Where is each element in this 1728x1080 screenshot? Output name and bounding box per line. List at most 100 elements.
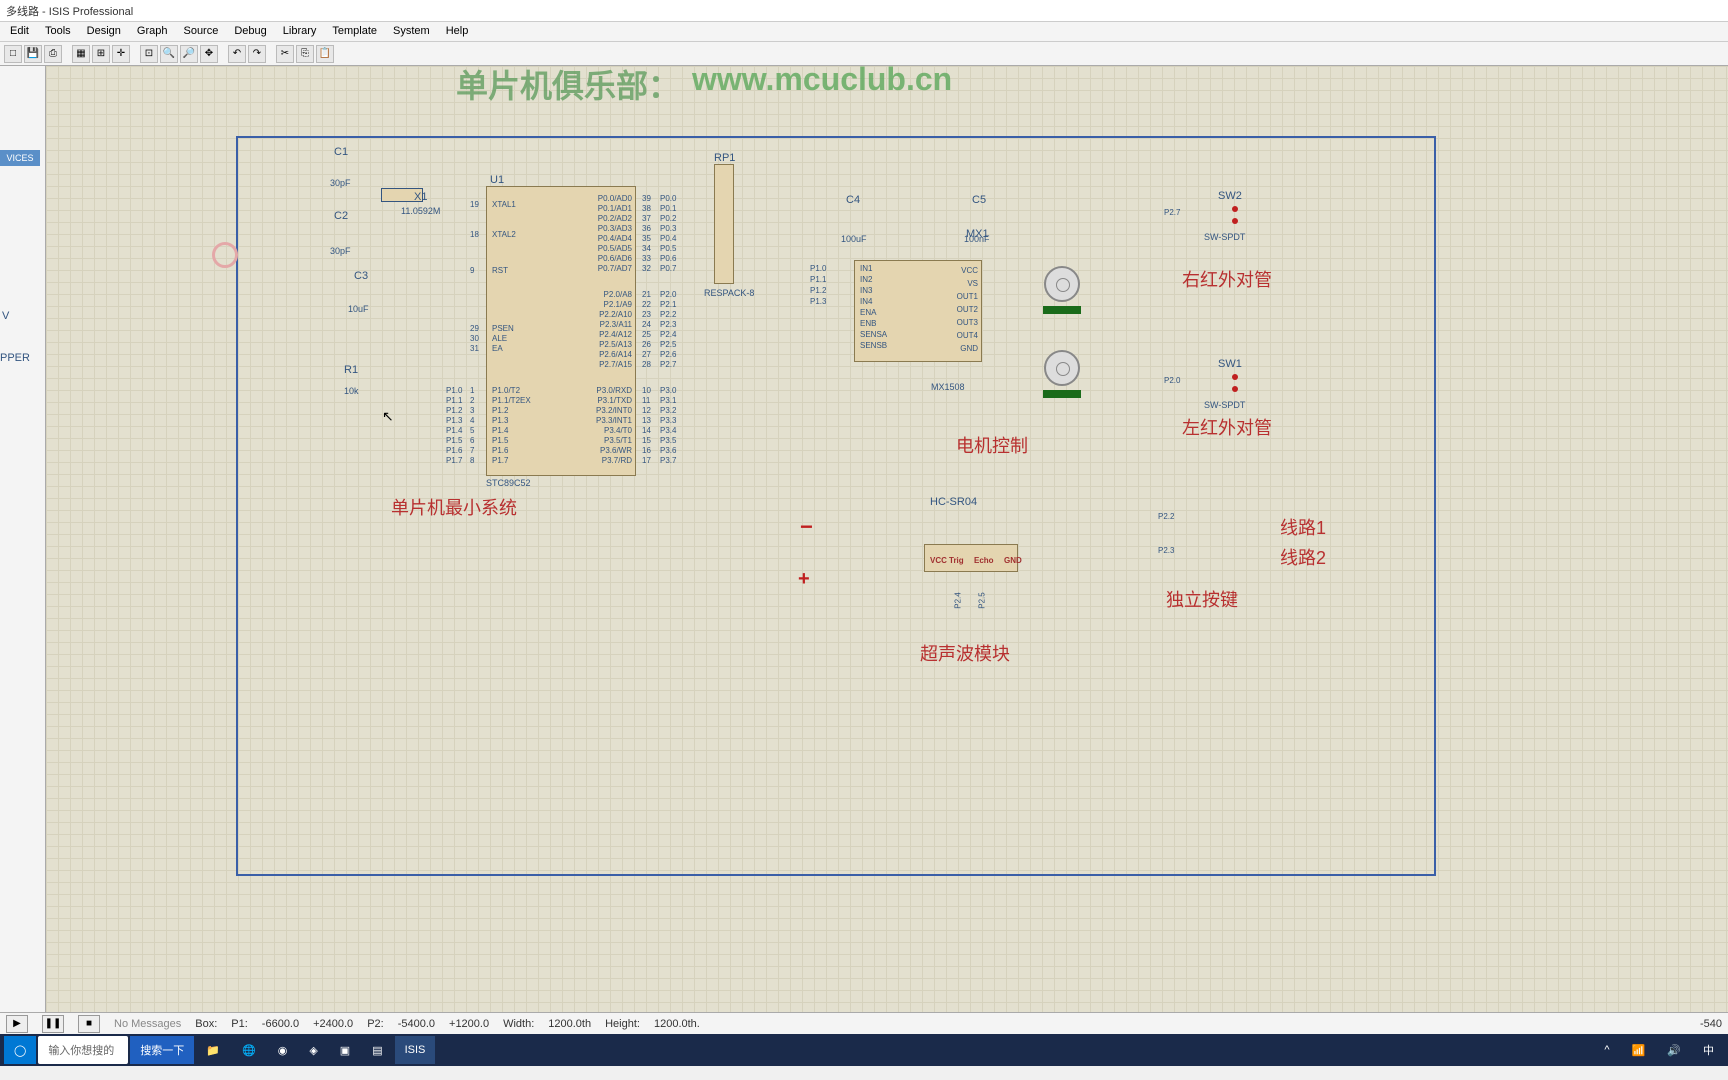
- menu-design[interactable]: Design: [81, 24, 127, 39]
- tool-copy[interactable]: ⎘: [296, 45, 314, 63]
- menu-tools[interactable]: Tools: [39, 24, 77, 39]
- status-p1y: +2400.0: [313, 1018, 353, 1030]
- ref-sw2: SW2: [1218, 190, 1242, 202]
- app1-icon[interactable]: ◉: [268, 1036, 298, 1064]
- isis-icon[interactable]: ISIS: [395, 1036, 436, 1064]
- menu-edit[interactable]: Edit: [4, 24, 35, 39]
- hc-gnd: GND: [1004, 556, 1022, 565]
- tool-undo[interactable]: ↶: [228, 45, 246, 63]
- pin-P3.3/INT1: P3.3/INT1: [588, 416, 632, 425]
- pin-P2.0/A8: P2.0/A8: [588, 290, 632, 299]
- tool-snap[interactable]: ⊞: [92, 45, 110, 63]
- side-v: V: [2, 310, 9, 322]
- pin-P0.6/AD6: P0.6/AD6: [588, 254, 632, 263]
- mx-IN1: IN1: [860, 264, 872, 273]
- tool-new[interactable]: □: [4, 45, 22, 63]
- val-mx1: MX1508: [931, 382, 965, 392]
- pinnum-r-19: 13: [642, 416, 651, 425]
- schematic-canvas[interactable]: 单片机俱乐部： www.mcuclub.cn ↖ U1 STC89C52 X1 …: [46, 66, 1728, 1012]
- pin-ALE: ALE: [492, 334, 507, 343]
- mx-VCC: VCC: [946, 266, 978, 275]
- tool-zoom-fit[interactable]: ⊡: [140, 45, 158, 63]
- motor-2-base: [1043, 390, 1081, 398]
- pin-P2.4/A12: P2.4/A12: [588, 330, 632, 339]
- menu-help[interactable]: Help: [440, 24, 475, 39]
- stop-button[interactable]: ■: [78, 1015, 100, 1033]
- tool-origin[interactable]: ✛: [112, 45, 130, 63]
- pinnum-r-13: 26: [642, 340, 651, 349]
- bus-P1.4: P1.4: [446, 426, 462, 435]
- pinnum-r-6: 33: [642, 254, 651, 263]
- plus-icon[interactable]: +: [798, 568, 810, 591]
- pin-P1.3: P1.3: [492, 416, 508, 425]
- tool-paste[interactable]: 📋: [316, 45, 334, 63]
- taskbar-search[interactable]: 输入你想搜的: [38, 1036, 128, 1064]
- status-wv: 1200.0th: [548, 1018, 591, 1030]
- tool-zoom-in[interactable]: 🔍: [160, 45, 178, 63]
- devices-header[interactable]: VICES: [0, 150, 40, 166]
- pinnum-r-9: 22: [642, 300, 651, 309]
- side-pepper: PPER: [0, 352, 30, 364]
- tool-redo[interactable]: ↷: [248, 45, 266, 63]
- pinnum-l-3: 29: [470, 324, 479, 333]
- pin-P3.0/RXD: P3.0/RXD: [588, 386, 632, 395]
- pinnum-r-16: 10: [642, 386, 651, 395]
- hc-vcc: VCC: [930, 556, 947, 565]
- pin-P0.4/AD4: P0.4/AD4: [588, 234, 632, 243]
- app2-icon[interactable]: ◈: [299, 1036, 327, 1064]
- label-route1: 线路1: [1280, 514, 1326, 540]
- menu-library[interactable]: Library: [277, 24, 323, 39]
- net-P2.4: P2.4: [660, 330, 676, 339]
- pinnum-r-12: 25: [642, 330, 651, 339]
- net-key1: P2.2: [1158, 512, 1174, 521]
- chip-rp1[interactable]: [714, 164, 734, 284]
- val-sw2: SW-SPDT: [1204, 232, 1245, 242]
- menu-template[interactable]: Template: [326, 24, 383, 39]
- pin-P2.1/A9: P2.1/A9: [588, 300, 632, 309]
- tray-vol-icon[interactable]: 🔊: [1657, 1036, 1691, 1064]
- net-P0.7: P0.7: [660, 264, 676, 273]
- ref-u1: U1: [490, 174, 504, 186]
- pause-button[interactable]: ❚❚: [42, 1015, 64, 1033]
- app4-icon[interactable]: ▤: [362, 1036, 392, 1064]
- tool-zoom-out[interactable]: 🔎: [180, 45, 198, 63]
- pin-P2.6/A14: P2.6/A14: [588, 350, 632, 359]
- tray-net-icon[interactable]: 📶: [1622, 1036, 1656, 1064]
- pin-XTAL1: XTAL1: [492, 200, 516, 209]
- menu-graph[interactable]: Graph: [131, 24, 174, 39]
- tool-pan[interactable]: ✥: [200, 45, 218, 63]
- menu-system[interactable]: System: [387, 24, 436, 39]
- net-P3.1: P3.1: [660, 396, 676, 405]
- minus-icon[interactable]: −: [800, 514, 813, 540]
- net-P2.6: P2.6: [660, 350, 676, 359]
- motor-1-base: [1043, 306, 1081, 314]
- play-button[interactable]: ▶: [6, 1015, 28, 1033]
- menu-source[interactable]: Source: [177, 24, 224, 39]
- tool-print[interactable]: ⎙: [44, 45, 62, 63]
- edge-icon[interactable]: 🌐: [232, 1036, 266, 1064]
- net-hc-echo: P2.5: [978, 592, 987, 608]
- tray-up-icon[interactable]: ^: [1594, 1036, 1619, 1064]
- mx-IN2: IN2: [860, 275, 872, 284]
- tool-grid[interactable]: ▦: [72, 45, 90, 63]
- mx-ENA: ENA: [860, 308, 876, 317]
- start-icon[interactable]: ◯: [4, 1036, 36, 1064]
- hc-echo: Echo: [974, 556, 994, 565]
- app3-icon[interactable]: ▣: [330, 1036, 360, 1064]
- explorer-icon[interactable]: 📁: [196, 1036, 230, 1064]
- bus-P1.7: P1.7: [446, 456, 462, 465]
- pinnum-r-5: 34: [642, 244, 651, 253]
- label-ir-left: 左红外对管: [1182, 414, 1272, 440]
- tool-cut[interactable]: ✂: [276, 45, 294, 63]
- taskbar-search-btn[interactable]: 搜索一下: [130, 1036, 194, 1064]
- mx-IN4: IN4: [860, 297, 872, 306]
- tool-save[interactable]: 💾: [24, 45, 42, 63]
- menu-debug[interactable]: Debug: [228, 24, 272, 39]
- pinnum-l-4: 30: [470, 334, 479, 343]
- tray-ime[interactable]: 中: [1693, 1036, 1724, 1064]
- pinnum-r-10: 23: [642, 310, 651, 319]
- bus-P1.6: P1.6: [446, 446, 462, 455]
- mx-VS: VS: [946, 279, 978, 288]
- pinnum-l-1: 18: [470, 230, 479, 239]
- pin-P0.7/AD7: P0.7/AD7: [588, 264, 632, 273]
